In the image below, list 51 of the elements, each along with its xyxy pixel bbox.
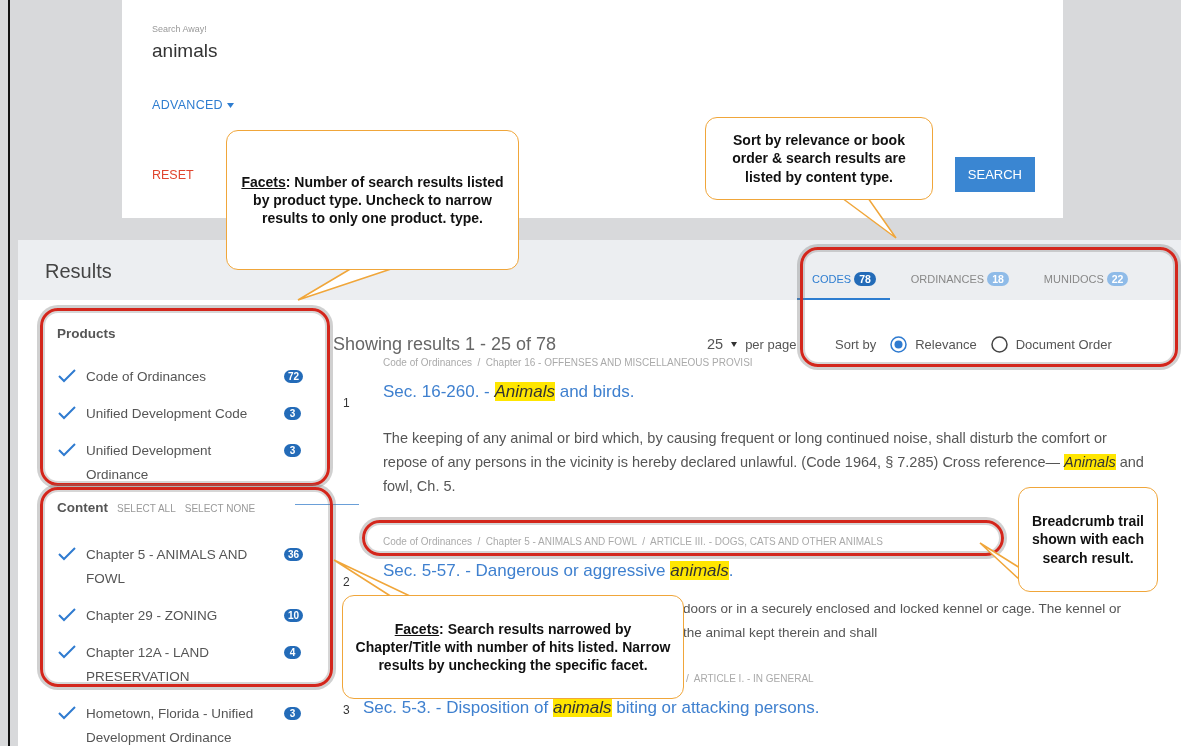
result-number: 1 (343, 396, 351, 410)
results-summary: Showing results 1 - 25 of 78 (333, 333, 558, 355)
result-snippet: doors or in a securely enclosed and locked kennel or cage. The kennel or (683, 600, 1123, 618)
facet-label[interactable]: Code of Ordinances (86, 365, 270, 389)
facet-label[interactable]: Unified Development Ordinance (86, 439, 270, 487)
checkmark-icon[interactable] (57, 405, 77, 421)
radio-label[interactable]: Document Order (1015, 336, 1112, 352)
checkmark-icon[interactable] (57, 546, 77, 562)
caret-icon[interactable] (731, 341, 738, 347)
checkmark-icon[interactable] (57, 442, 77, 458)
checkmark-icon[interactable] (57, 607, 77, 623)
facet-label[interactable]: Unified Development Code (86, 402, 270, 426)
search-button[interactable]: SEARCH (954, 157, 1035, 192)
count-badge: 18 (987, 272, 1009, 286)
result-title-link[interactable]: Sec. 5-57. - Dangerous or aggressive animals. (383, 561, 734, 580)
count-badge: 36 (284, 548, 304, 561)
facet-label[interactable]: Chapter 29 - ZONING (86, 604, 270, 628)
facet-label[interactable]: Hometown, Florida - Unified Development Ordinance (86, 702, 270, 746)
result-number: 2 (343, 575, 351, 589)
count-badge: 4 (284, 646, 301, 659)
field-label: Search Away! (152, 24, 208, 34)
checkmark-icon[interactable] (57, 705, 77, 721)
results-tab[interactable]: CODES 78 (797, 272, 890, 300)
per-page-label: per page (745, 336, 797, 352)
count-badge: 3 (284, 444, 301, 457)
count-badge: 10 (284, 609, 304, 622)
facet-heading: Content (57, 500, 108, 515)
facet-label[interactable]: Chapter 12A - LAND PRESERVATION (86, 641, 270, 689)
count-badge: 72 (284, 370, 304, 383)
result-title-link[interactable]: Sec. 5-3. - Disposition of animals biting or attacking persons. (363, 698, 820, 717)
reset-link[interactable]: RESET (152, 167, 194, 182)
results-heading: Results (45, 260, 113, 283)
checkmark-icon[interactable] (57, 644, 77, 660)
facet-heading: Products (57, 326, 116, 341)
sort-label: Sort by (835, 336, 877, 352)
count-badge: 22 (1106, 272, 1129, 286)
caret-icon (226, 103, 234, 109)
result-number: 3 (343, 702, 351, 719)
search-field[interactable]: animals (152, 40, 452, 62)
checkmark-icon[interactable] (57, 368, 77, 384)
callout: Breadcrumb trail shown with each search result. (1018, 487, 1158, 592)
radio-button[interactable] (990, 335, 1008, 353)
radio-label[interactable]: Relevance (915, 336, 977, 352)
page-size-select[interactable]: 25 (707, 336, 724, 352)
count-badge: 3 (284, 707, 301, 720)
result-snippet: the animal kept therein and shall (683, 624, 879, 642)
facet-label[interactable]: Chapter 5 - ANIMALS AND FOWL (86, 543, 270, 591)
advanced-link[interactable]: ADVANCED (152, 98, 234, 112)
radio-button[interactable] (890, 335, 908, 353)
count-badge: 78 (854, 272, 876, 286)
count-badge: 3 (284, 407, 301, 420)
